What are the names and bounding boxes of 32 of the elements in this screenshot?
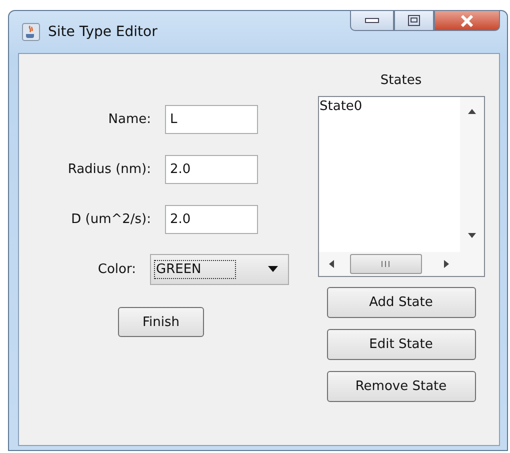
input-field[interactable]: 2.0 — [165, 204, 258, 234]
list-item[interactable]: State0 — [318, 97, 460, 116]
vertical-scrollbar[interactable] — [460, 97, 484, 252]
minimize-button[interactable] — [350, 10, 394, 31]
field-label: D (um^2/s): — [70, 212, 152, 226]
maximize-button[interactable] — [394, 10, 434, 31]
scroll-up-icon — [468, 109, 476, 114]
state-button[interactable]: Remove State — [326, 371, 476, 402]
color-dropdown[interactable]: GREEN — [150, 254, 289, 284]
field-label: Radius (nm): — [66, 162, 152, 176]
state-button[interactable]: Edit State — [326, 329, 476, 360]
input-field[interactable]: L — [165, 104, 258, 134]
minimize-icon — [365, 18, 379, 24]
states-heading: States — [380, 73, 422, 90]
coffee-cup-icon — [22, 23, 40, 41]
field-label: Color: — [96, 262, 137, 276]
scroll-right-icon — [444, 260, 448, 268]
scroll-left-icon — [328, 260, 334, 268]
input-field[interactable]: 2.0 — [165, 154, 258, 184]
scroll-thumb[interactable] — [350, 254, 422, 274]
states-list[interactable]: State0 — [318, 96, 484, 277]
dropdown-arrow-icon — [268, 266, 278, 272]
window-title: Site Type Editor — [48, 24, 158, 40]
state-button[interactable]: Add State — [326, 287, 476, 318]
finish-button[interactable]: Finish — [118, 307, 204, 337]
field-label: Name: — [107, 112, 152, 126]
grip-icon — [381, 261, 390, 267]
close-button[interactable] — [434, 10, 500, 31]
maximize-icon — [408, 15, 420, 26]
close-icon — [459, 14, 475, 26]
scroll-down-icon — [468, 233, 476, 238]
horizontal-scrollbar[interactable] — [318, 252, 484, 276]
